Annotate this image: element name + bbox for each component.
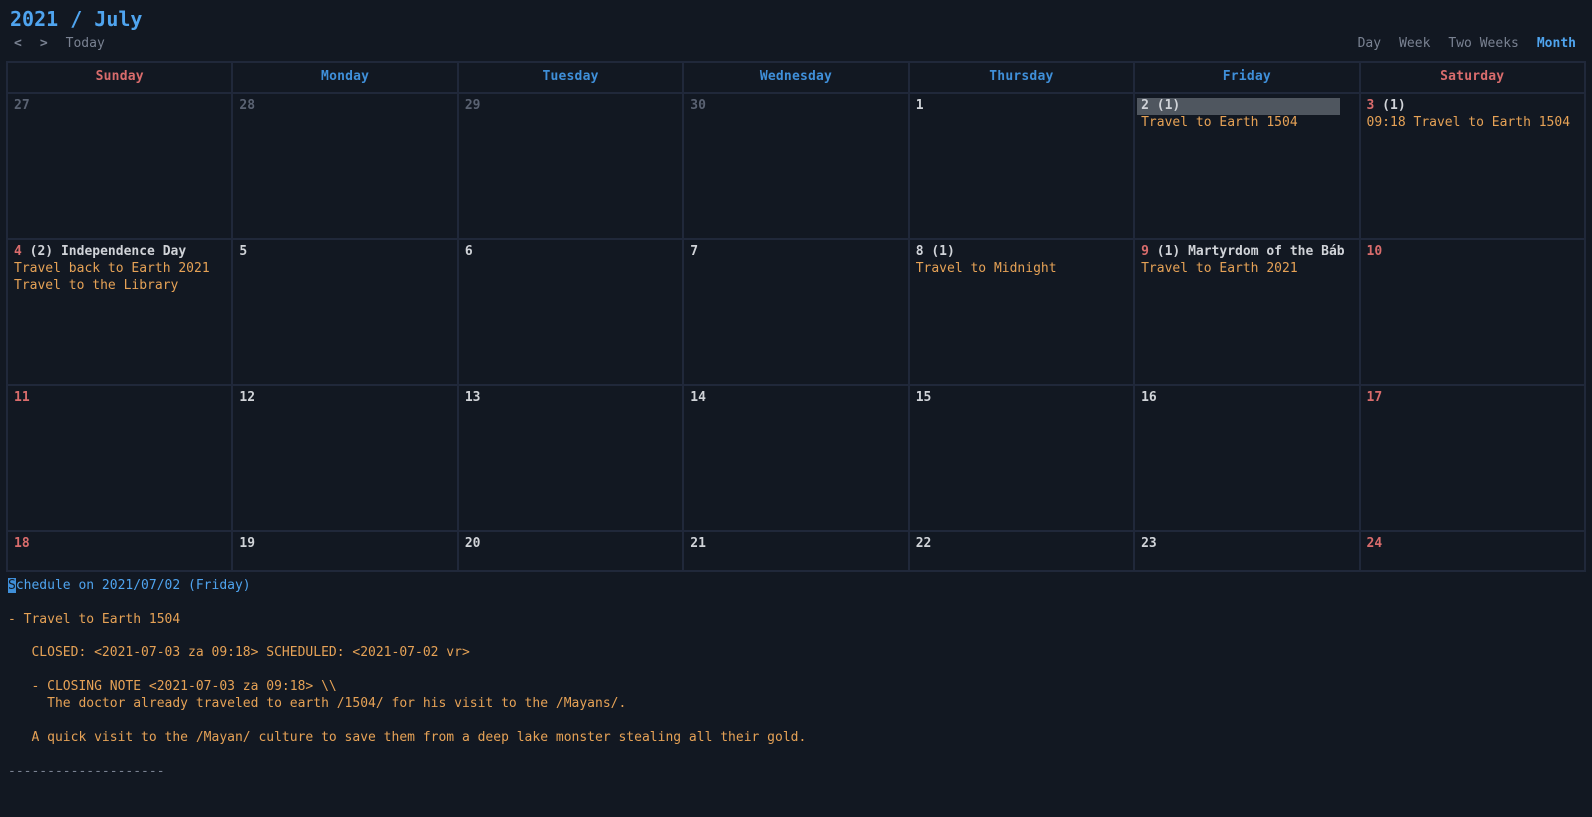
day-header: 23 (1141, 536, 1352, 553)
day-cell[interactable]: 17 (1360, 385, 1585, 531)
detail-line (8, 747, 1584, 764)
day-header: 3 (1) (1367, 98, 1578, 115)
detail-line: - Travel to Earth 1504 (8, 612, 1584, 629)
day-cell[interactable]: 6 (458, 239, 683, 385)
text-cursor: S (8, 578, 16, 593)
day-cell[interactable]: 9 (1) Martyrdom of the BábTravel to Eart… (1134, 239, 1359, 385)
weekday-header: Sunday (7, 62, 232, 93)
day-cell[interactable]: 21 (683, 531, 908, 571)
today-button[interactable]: Today (66, 36, 105, 53)
view-month[interactable]: Month (1537, 36, 1576, 53)
day-header: 13 (465, 390, 676, 407)
day-cell[interactable]: 28 (232, 93, 457, 239)
detail-line: The doctor already traveled to earth /15… (8, 696, 1584, 713)
day-header: 11 (14, 390, 225, 407)
day-header: 15 (916, 390, 1127, 407)
weekday-header: Friday (1134, 62, 1359, 93)
detail-line (8, 628, 1584, 645)
day-header: 4 (2) Independence Day (14, 244, 225, 261)
detail-heading: Schedule on 2021/07/02 (Friday) (8, 578, 251, 593)
day-header: 28 (239, 98, 450, 115)
day-cell[interactable]: 4 (2) Independence DayTravel back to Ear… (7, 239, 232, 385)
event[interactable]: Travel to Earth 1504 (1141, 115, 1352, 132)
detail-line: CLOSED: <2021-07-03 za 09:18> SCHEDULED:… (8, 645, 1584, 662)
prev-button[interactable]: < (14, 36, 22, 53)
day-header: 22 (916, 536, 1127, 553)
day-cell[interactable]: 12 (232, 385, 457, 531)
detail-line: -------------------- (8, 764, 1584, 781)
day-cell[interactable]: 14 (683, 385, 908, 531)
event[interactable]: Travel to the Library (14, 278, 225, 295)
next-button[interactable]: > (40, 36, 48, 53)
day-cell[interactable]: 10 (1360, 239, 1585, 385)
weekday-header: Tuesday (458, 62, 683, 93)
day-header: 16 (1141, 390, 1352, 407)
day-header: 6 (465, 244, 676, 261)
day-cell[interactable]: 20 (458, 531, 683, 571)
day-cell[interactable]: 11 (7, 385, 232, 531)
day-cell[interactable]: 2 (1)Travel to Earth 1504 (1134, 93, 1359, 239)
day-cell[interactable]: 1 (909, 93, 1134, 239)
nav-bar: < > Today Day Week Two Weeks Month (6, 34, 1586, 61)
view-two-weeks[interactable]: Two Weeks (1448, 36, 1518, 53)
day-header: 7 (690, 244, 901, 261)
day-cell[interactable]: 3 (1)09:18 Travel to Earth 1504 (1360, 93, 1585, 239)
day-cell[interactable]: 16 (1134, 385, 1359, 531)
detail-panel: Schedule on 2021/07/02 (Friday) - Travel… (6, 572, 1586, 787)
day-header: 8 (1) (916, 244, 1127, 261)
day-cell[interactable]: 13 (458, 385, 683, 531)
day-header: 2 (1) (1141, 98, 1180, 115)
event[interactable]: Travel to Earth 2021 (1141, 261, 1352, 278)
day-header: 17 (1367, 390, 1578, 407)
day-cell[interactable]: 22 (909, 531, 1134, 571)
day-header: 27 (14, 98, 225, 115)
day-cell[interactable]: 18 (7, 531, 232, 571)
day-header: 10 (1367, 244, 1578, 261)
day-header: 18 (14, 536, 225, 553)
weekday-header: Saturday (1360, 62, 1585, 93)
view-week[interactable]: Week (1399, 36, 1430, 53)
detail-line: A quick visit to the /Mayan/ culture to … (8, 730, 1584, 747)
day-cell[interactable]: 5 (232, 239, 457, 385)
day-header: 21 (690, 536, 901, 553)
weekday-header: Wednesday (683, 62, 908, 93)
detail-line (8, 595, 1584, 612)
day-cell[interactable]: 27 (7, 93, 232, 239)
day-cell[interactable]: 8 (1)Travel to Midnight (909, 239, 1134, 385)
weekday-header: Monday (232, 62, 457, 93)
page-title: 2021 / July (6, 0, 1586, 34)
day-cell[interactable]: 29 (458, 93, 683, 239)
calendar-grid: SundayMondayTuesdayWednesdayThursdayFrid… (6, 61, 1586, 572)
day-header: 14 (690, 390, 901, 407)
detail-line: - CLOSING NOTE <2021-07-03 za 09:18> \\ (8, 679, 1584, 696)
day-cell[interactable]: 19 (232, 531, 457, 571)
day-header: 29 (465, 98, 676, 115)
day-cell[interactable]: 23 (1134, 531, 1359, 571)
weekday-header: Thursday (909, 62, 1134, 93)
day-header: 12 (239, 390, 450, 407)
detail-line (8, 713, 1584, 730)
day-header: 5 (239, 244, 450, 261)
event[interactable]: Travel back to Earth 2021 (14, 261, 225, 278)
day-header: 19 (239, 536, 450, 553)
day-cell[interactable]: 15 (909, 385, 1134, 531)
day-header: 9 (1) Martyrdom of the Báb (1141, 244, 1352, 261)
event[interactable]: Travel to Midnight (916, 261, 1127, 278)
day-header: 1 (916, 98, 1127, 115)
view-day[interactable]: Day (1358, 36, 1381, 53)
day-header: 20 (465, 536, 676, 553)
event[interactable]: 09:18 Travel to Earth 1504 (1367, 115, 1578, 132)
day-cell[interactable]: 7 (683, 239, 908, 385)
day-cell[interactable]: 30 (683, 93, 908, 239)
day-header: 30 (690, 98, 901, 115)
day-header: 24 (1367, 536, 1578, 553)
day-cell[interactable]: 24 (1360, 531, 1585, 571)
detail-line (8, 662, 1584, 679)
